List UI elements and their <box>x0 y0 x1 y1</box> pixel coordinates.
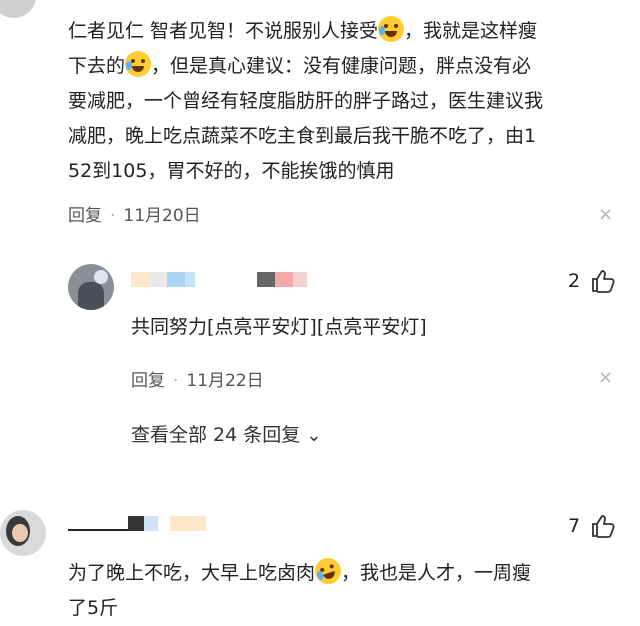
view-all-replies-link[interactable]: 查看全部 24 条回复 ⌄ <box>131 420 321 447</box>
comment-text: 为了晚上不吃，大早上吃卤肉 ，我也是人才，一周瘦 了5斤 <box>68 554 628 626</box>
like-count: 7 <box>568 515 581 537</box>
comment-line: 要减肥，一个曾经有轻度脂肪肝的胖子路过，医生建议我 <box>68 90 544 112</box>
comment-line: 52到105，胃不好的，不能挨饿的慎用 <box>68 160 395 182</box>
comment-date: 11月20日 <box>123 206 201 226</box>
comment-line: 了5斤 <box>68 597 119 619</box>
thumbs-up-icon[interactable] <box>590 513 616 539</box>
comment-date: 11月22日 <box>186 371 264 391</box>
reply-button[interactable]: 回复 <box>68 206 102 226</box>
reply-button[interactable]: 回复 <box>131 371 165 391</box>
comment-line: 下去的 ，但是真心建议：没有健康问题，胖点没有必 <box>68 49 628 84</box>
username[interactable] <box>68 516 228 532</box>
reply-text: 共同努力[点亮平安灯][点亮平安灯] <box>131 316 427 338</box>
comment-meta: 回复 · 11月22日 <box>131 371 264 391</box>
comment-text: 仁者见仁 智者见智！不说服别人接受 ，我就是这样瘦 下去的 ，但是真心建议：没有健康… <box>68 14 628 189</box>
avatar[interactable] <box>0 0 36 18</box>
comment-meta: 回复 · 11月20日 <box>68 206 201 226</box>
close-icon[interactable]: × <box>598 206 613 224</box>
avatar[interactable] <box>68 264 114 310</box>
comment-line: 减肥，晚上吃点蔬菜不吃主食到最后我干脆不吃了，由1 <box>68 125 537 147</box>
comment-line: 仁者见仁 智者见智！不说服别人接受 ，我就是这样瘦 <box>68 14 628 49</box>
username[interactable] <box>131 272 331 288</box>
crying-laughing-emoji <box>125 51 152 77</box>
avatar[interactable] <box>0 510 46 556</box>
rofl-emoji <box>311 554 345 588</box>
like-count: 2 <box>568 270 581 292</box>
thumbs-up-icon[interactable] <box>590 268 616 294</box>
close-icon[interactable]: × <box>598 369 613 387</box>
comment-line: 为了晚上不吃，大早上吃卤肉 ，我也是人才，一周瘦 <box>68 554 628 591</box>
crying-laughing-emoji <box>378 16 405 42</box>
chevron-down-icon: ⌄ <box>306 425 322 446</box>
